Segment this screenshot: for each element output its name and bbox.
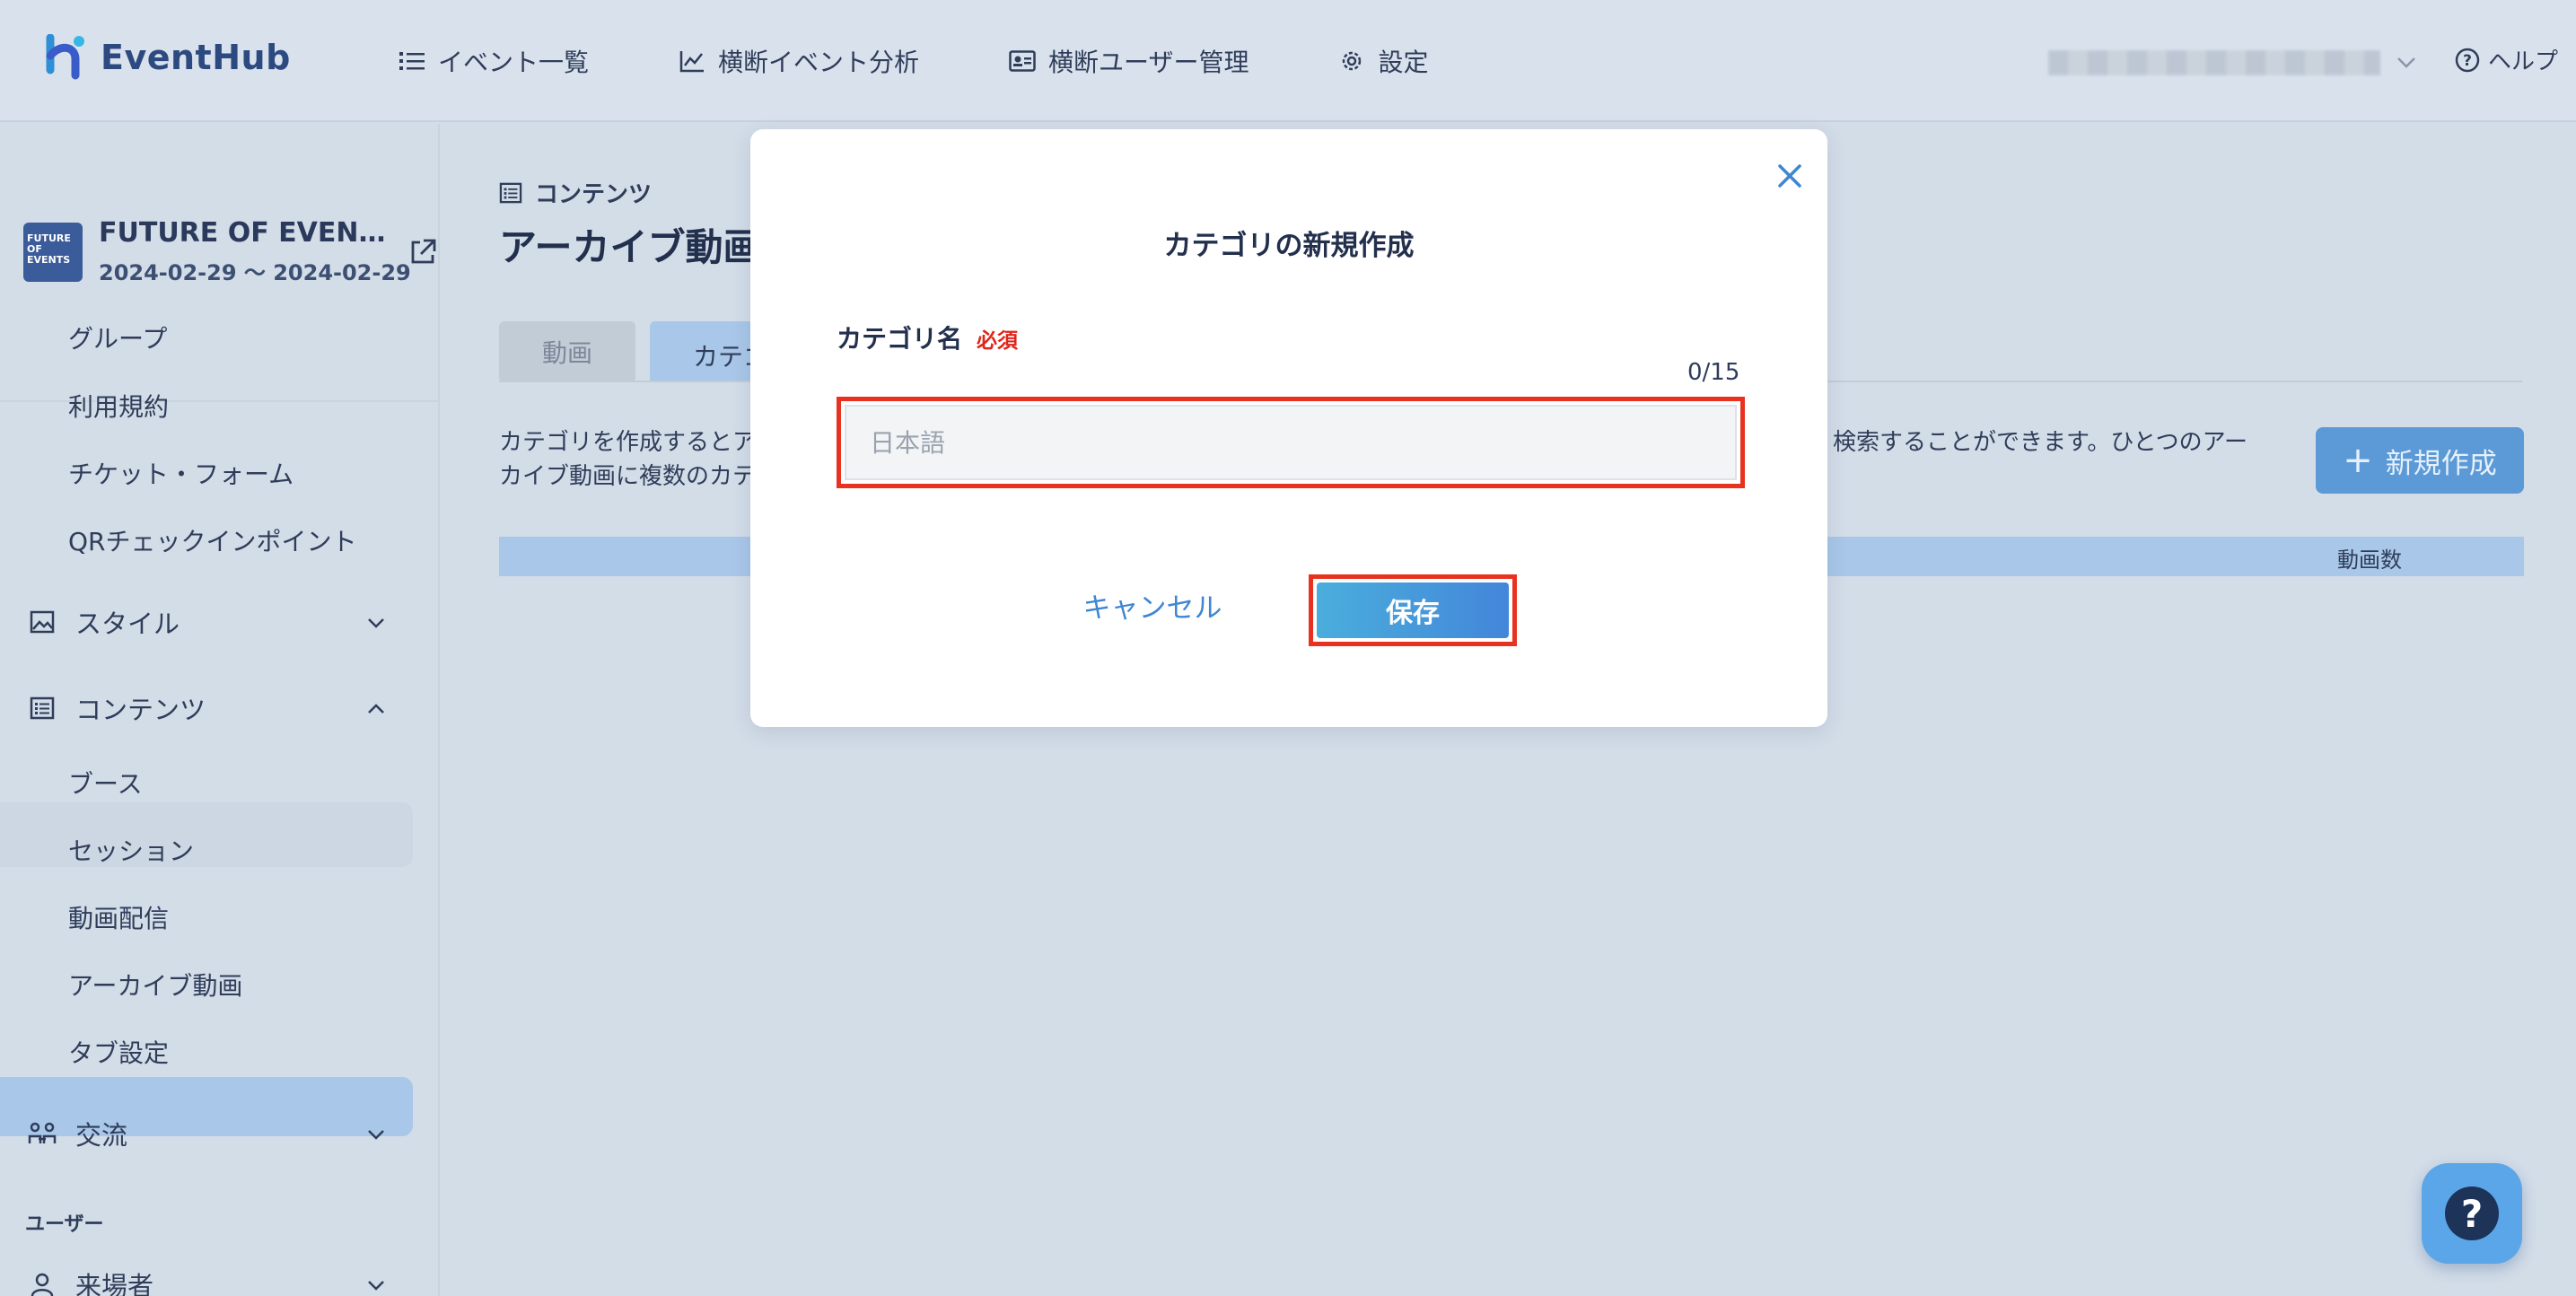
sidebar-section-style[interactable]: スタイル bbox=[27, 603, 180, 641]
list-icon bbox=[399, 48, 425, 74]
cancel-button[interactable]: キャンセル bbox=[1070, 578, 1235, 632]
nav-label: 横断ユーザー管理 bbox=[1048, 48, 1249, 77]
close-icon[interactable] bbox=[1772, 158, 1808, 194]
question-bubble-icon: ? bbox=[2445, 1187, 2499, 1240]
sidebar-item-booth[interactable]: ブース bbox=[68, 765, 143, 801]
nav-label: 横断イベント分析 bbox=[718, 48, 920, 77]
required-badge: 必須 bbox=[977, 329, 1019, 353]
tab-video[interactable]: 動画 bbox=[499, 321, 635, 382]
event-header: FUTURE OF EVENTS FUTURE OF EVEN… 2024-02… bbox=[23, 172, 436, 285]
nav-label: 設定 bbox=[1378, 48, 1429, 77]
description-text: カテゴリを作成するとア カイブ動画に複数のカテ bbox=[499, 425, 756, 494]
help-label: ヘルプ bbox=[2488, 48, 2559, 75]
event-title: FUTURE OF EVEN… bbox=[99, 217, 386, 249]
description-text-right: 示・検索することができます。ひとつのアー bbox=[1786, 429, 2248, 456]
sidebar-section-label: 交流 bbox=[75, 1120, 128, 1151]
chevron-up-icon[interactable] bbox=[363, 696, 390, 722]
chat-support-button[interactable]: ? bbox=[2422, 1163, 2522, 1264]
main-nav: イベント一覧 横断イベント分析 横断ユーザー管理 設定 bbox=[399, 39, 1519, 83]
chevron-down-icon[interactable] bbox=[363, 1121, 390, 1148]
image-icon bbox=[27, 607, 57, 637]
account-menu-blurred[interactable] bbox=[2048, 50, 2380, 75]
id-card-icon bbox=[1009, 48, 1036, 74]
sidebar-item-qr-checkin[interactable]: QRチェックインポイント bbox=[68, 522, 357, 558]
eventhub-logo-icon bbox=[46, 34, 84, 80]
top-bar: EventHub イベント一覧 横断イベント分析 横断ユーザー管理 設定 ? ヘ… bbox=[0, 0, 2576, 122]
user-icon bbox=[27, 1269, 57, 1296]
sidebar-section-content[interactable]: コンテンツ bbox=[27, 689, 206, 727]
sidebar-item-group[interactable]: グループ bbox=[68, 320, 167, 355]
breadcrumb-label: コンテンツ bbox=[535, 181, 653, 208]
svg-text:?: ? bbox=[2463, 52, 2472, 70]
logo[interactable]: EventHub bbox=[43, 34, 291, 81]
new-button-label: 新規作成 bbox=[2385, 447, 2497, 480]
nav-cross-user-management[interactable]: 横断ユーザー管理 bbox=[1009, 39, 1249, 83]
sidebar-item-archive-video[interactable]: アーカイブ動画 bbox=[68, 967, 242, 1003]
breadcrumb: コンテンツ bbox=[499, 176, 652, 209]
save-button-highlight: 保存 bbox=[1309, 574, 1517, 646]
nav-cross-event-analysis[interactable]: 横断イベント分析 bbox=[679, 39, 919, 83]
sidebar-section-visitors[interactable]: 来場者 bbox=[27, 1265, 153, 1296]
save-button[interactable]: 保存 bbox=[1317, 582, 1509, 638]
plus-icon: + bbox=[2343, 440, 2373, 481]
brand-name: EventHub bbox=[101, 38, 291, 77]
sidebar-section-exchange[interactable]: 交流 bbox=[27, 1115, 127, 1152]
column-video-count: 動画数 bbox=[2337, 547, 2402, 573]
sidebar-section-label: スタイル bbox=[75, 609, 180, 639]
page-title: アーカイブ動画 bbox=[499, 225, 761, 269]
category-name-label: カテゴリ名 必須 bbox=[837, 320, 1018, 355]
field-label-text: カテゴリ名 bbox=[837, 324, 963, 354]
description-line: カイブ動画に複数のカテ bbox=[499, 463, 757, 490]
gear-icon bbox=[1338, 48, 1365, 74]
nav-label: イベント一覧 bbox=[438, 48, 590, 77]
list-alt-icon bbox=[27, 693, 57, 723]
sidebar-divider bbox=[0, 400, 440, 402]
sidebar: FUTURE OF EVENTS FUTURE OF EVEN… 2024-02… bbox=[0, 124, 440, 1296]
nav-settings[interactable]: 設定 bbox=[1338, 39, 1429, 83]
people-icon bbox=[27, 1118, 57, 1149]
sidebar-item-video-streaming[interactable]: 動画配信 bbox=[68, 899, 169, 935]
event-thumbnail: FUTURE OF EVENTS bbox=[23, 223, 83, 282]
nav-event-list[interactable]: イベント一覧 bbox=[399, 39, 589, 83]
question-circle-icon: ? bbox=[2455, 48, 2480, 72]
create-category-modal: カテゴリの新規作成 カテゴリ名 必須 0/15 キャンセル 保存 bbox=[750, 129, 1827, 727]
category-name-input[interactable] bbox=[845, 405, 1737, 480]
sidebar-group-label: ユーザー bbox=[25, 1213, 104, 1236]
sidebar-item-ticket-form[interactable]: チケット・フォーム bbox=[68, 455, 294, 491]
sidebar-section-label: 来場者 bbox=[75, 1271, 154, 1296]
chart-line-icon bbox=[679, 48, 705, 74]
sidebar-item-terms[interactable]: 利用規約 bbox=[68, 388, 169, 424]
sidebar-section-highlight bbox=[0, 802, 413, 867]
category-name-input-highlight bbox=[837, 397, 1745, 488]
new-category-button[interactable]: + 新規作成 bbox=[2316, 427, 2524, 494]
modal-title: カテゴリの新規作成 bbox=[1163, 230, 1415, 262]
sidebar-section-label: コンテンツ bbox=[75, 695, 206, 725]
char-counter: 0/15 bbox=[1687, 359, 1740, 386]
external-link-icon[interactable] bbox=[407, 237, 438, 267]
sidebar-item-tab-settings[interactable]: タブ設定 bbox=[68, 1034, 169, 1070]
chevron-down-icon[interactable] bbox=[2393, 48, 2420, 75]
list-alt-icon bbox=[499, 182, 522, 203]
help-link[interactable]: ? ヘルプ bbox=[2454, 43, 2558, 76]
chevron-down-icon[interactable] bbox=[363, 609, 390, 636]
description-line: カテゴリを作成するとア bbox=[499, 429, 757, 456]
sidebar-item-session[interactable]: セッション bbox=[68, 832, 194, 868]
chevron-down-icon[interactable] bbox=[363, 1272, 390, 1296]
event-dates: 2024-02-29 〜 2024-02-29 bbox=[99, 260, 411, 285]
